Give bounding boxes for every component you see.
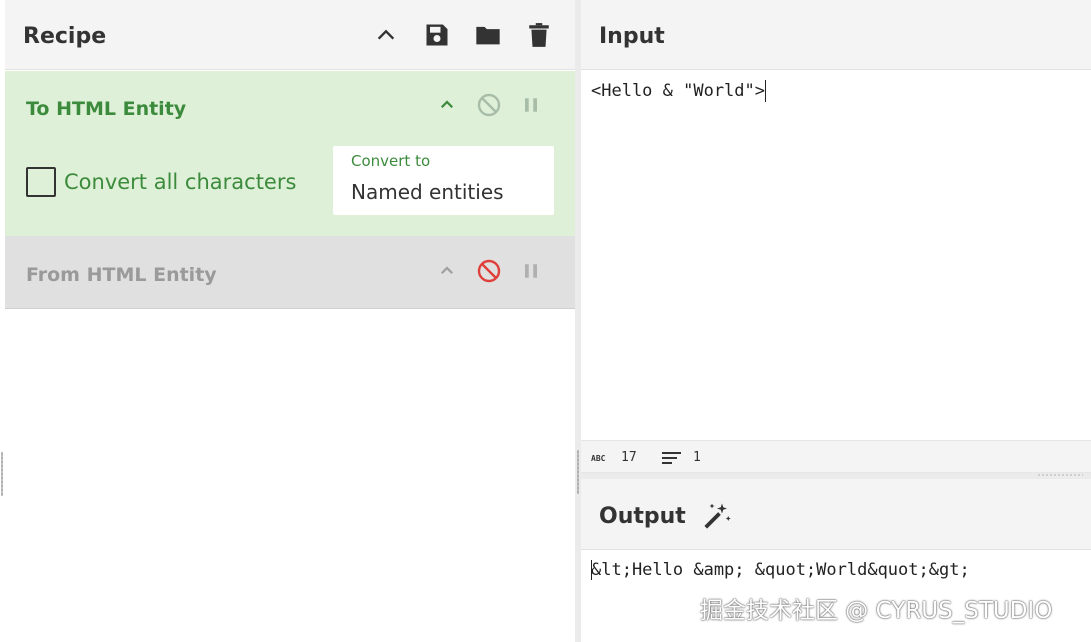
lines-value: 1 [693, 450, 701, 465]
operation-disable-button[interactable] [474, 256, 504, 286]
input-status-bar: ABC 17 1 [581, 440, 1091, 473]
folder-icon [476, 26, 500, 45]
trash-icon [529, 23, 549, 47]
output-text: &lt;Hello &amp; &quot;World&quot;&gt; [591, 560, 970, 580]
splitter-grip [577, 450, 579, 494]
operation-from-html-entity[interactable]: From HTML Entity [5, 236, 575, 309]
convert-all-checkbox[interactable] [26, 167, 56, 197]
length-value: 17 [621, 450, 637, 465]
magic-button[interactable] [701, 499, 733, 533]
length-status: ABC 17 [591, 450, 637, 465]
operation-breakpoint-button[interactable] [516, 256, 546, 286]
operation-collapse-button[interactable] [432, 90, 462, 120]
lines-status: 1 [662, 450, 701, 465]
text-caret [765, 80, 766, 102]
chevron-up-icon [440, 100, 454, 109]
recipe-header: Recipe [5, 0, 575, 70]
clear-recipe-button[interactable] [523, 18, 555, 52]
output-title: Output [599, 504, 686, 529]
save-recipe-button[interactable] [421, 18, 453, 52]
disable-icon [477, 93, 501, 117]
output-textarea[interactable]: &lt;Hello &amp; &quot;World&quot;&gt; [591, 560, 1081, 580]
lines-icon [662, 451, 681, 464]
convert-to-select[interactable]: Convert to Named entities [333, 146, 554, 215]
convert-to-caption: Convert to [351, 152, 431, 170]
convert-all-checkbox-wrap[interactable]: Convert all characters [26, 167, 296, 197]
load-recipe-button[interactable] [472, 18, 504, 52]
collapse-all-button[interactable] [370, 18, 402, 52]
abc-icon: ABC [591, 454, 606, 463]
output-header: Output [581, 479, 1091, 550]
cyberchef-app: Recipe To HTML Entity Convert all charac… [0, 0, 1091, 642]
save-icon [426, 24, 448, 46]
pause-icon [525, 264, 537, 278]
operation-title: To HTML Entity [26, 98, 187, 120]
left-resize-grip[interactable] [1, 452, 3, 496]
magic-wand-icon [704, 503, 731, 529]
input-text: <Hello & "World"> [591, 81, 765, 101]
disable-icon [477, 259, 501, 283]
input-header: Input [581, 0, 1091, 70]
watermark: 掘金技术社区 @ CYRUS_STUDIO [700, 598, 1053, 624]
operation-to-html-entity[interactable]: To HTML Entity Convert all characters Co… [5, 71, 575, 236]
pause-icon [525, 98, 537, 112]
input-pane: Input <Hello & "World"> ABC 17 1 [581, 0, 1091, 473]
operation-breakpoint-button[interactable] [516, 90, 546, 120]
recipe-pane: Recipe To HTML Entity Convert all charac… [5, 0, 575, 642]
svg-text:ABC: ABC [591, 454, 606, 463]
operation-collapse-button[interactable] [432, 256, 462, 286]
convert-all-label: Convert all characters [64, 170, 297, 194]
chevron-up-icon [440, 266, 454, 275]
recipe-title: Recipe [23, 24, 107, 49]
input-title: Input [599, 24, 665, 49]
input-textarea[interactable]: <Hello & "World"> [591, 80, 1081, 102]
operation-disable-button[interactable] [474, 90, 504, 120]
convert-to-value: Named entities [351, 180, 504, 204]
chevron-up-icon [377, 29, 395, 40]
operation-title: From HTML Entity [26, 264, 217, 286]
h-splitter-grip [1037, 474, 1083, 476]
